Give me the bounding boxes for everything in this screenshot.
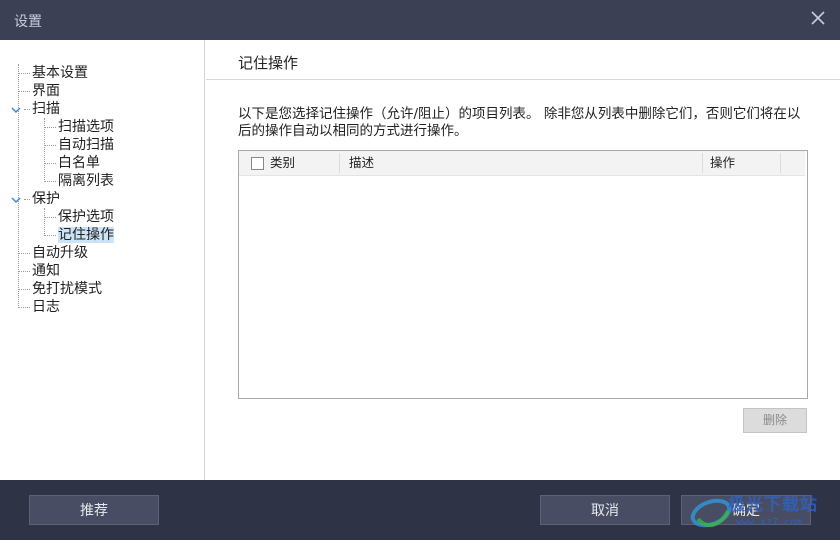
tree-line: [44, 127, 56, 128]
sidebar-item-auto-update[interactable]: 自动升级: [32, 244, 88, 262]
tree-line: [18, 289, 30, 290]
sidebar-item-scan[interactable]: 扫描: [32, 100, 60, 118]
sidebar-item-interface[interactable]: 界面: [32, 82, 60, 100]
watermark: 极光下载站 www.xz7.com: [688, 487, 838, 537]
main-panel: 记住操作 以下是您选择记住操作（允许/阻止）的项目列表。 除非您从列表中删除它们…: [206, 40, 840, 480]
description-text: 以下是您选择记住操作（允许/阻止）的项目列表。 除非您从列表中删除它们，否则它们…: [238, 106, 801, 139]
tree-line: [18, 73, 30, 74]
sidebar-item-logs[interactable]: 日志: [32, 298, 60, 316]
select-all-checkbox[interactable]: [251, 157, 264, 170]
sidebar-item-scan-options[interactable]: 扫描选项: [58, 118, 114, 136]
recommend-button[interactable]: 推荐: [29, 495, 159, 525]
tree-line: [18, 253, 30, 254]
remembered-actions-table[interactable]: 类别 描述 操作: [238, 150, 808, 399]
chevron-down-icon[interactable]: [11, 194, 21, 204]
tree-line: [24, 109, 30, 110]
column-separator: [702, 153, 703, 173]
sidebar-item-protection[interactable]: 保护: [32, 190, 60, 208]
title-bar: 设置: [0, 0, 840, 40]
tree-line: [18, 91, 30, 92]
sidebar-item-remember-actions[interactable]: 记住操作: [58, 226, 114, 244]
sidebar-item-whitelist[interactable]: 白名单: [58, 154, 100, 172]
sidebar-tree: 基本设置 界面 扫描 扫描选项 自动扫描 白名单 隔离列表 保护 保护选项 记住…: [0, 40, 205, 480]
sidebar-item-notifications[interactable]: 通知: [32, 262, 60, 280]
chevron-down-icon[interactable]: [11, 104, 21, 114]
sidebar-item-quarantine[interactable]: 隔离列表: [58, 172, 114, 190]
sidebar-item-protection-options[interactable]: 保护选项: [58, 208, 114, 226]
tree-line: [44, 208, 45, 236]
column-separator: [780, 153, 781, 173]
tree-line: [44, 217, 56, 218]
watermark-text: 极光下载站: [728, 495, 818, 515]
watermark-url: www.xz7.com: [736, 517, 803, 528]
tree-line: [44, 181, 56, 182]
close-icon[interactable]: [806, 6, 830, 30]
cancel-button[interactable]: 取消: [540, 495, 670, 525]
sidebar-item-basic-settings[interactable]: 基本设置: [32, 64, 88, 82]
column-header-category[interactable]: 类别: [270, 151, 295, 175]
column-header-description[interactable]: 描述: [349, 151, 374, 175]
tree-line: [44, 145, 56, 146]
sidebar-item-auto-scan[interactable]: 自动扫描: [58, 136, 114, 154]
tree-line: [18, 271, 30, 272]
table-header: 类别 描述 操作: [239, 151, 805, 176]
tree-line: [44, 163, 56, 164]
page-title: 记住操作: [238, 54, 299, 72]
column-separator: [339, 153, 340, 173]
tree-line: [44, 235, 56, 236]
tree-line: [18, 307, 30, 308]
delete-button[interactable]: 删除: [743, 408, 807, 433]
tree-line: [24, 199, 30, 200]
window-title: 设置: [14, 14, 42, 30]
sidebar-item-do-not-disturb[interactable]: 免打扰模式: [32, 280, 102, 298]
divider: [206, 79, 840, 80]
column-header-action[interactable]: 操作: [710, 151, 735, 175]
